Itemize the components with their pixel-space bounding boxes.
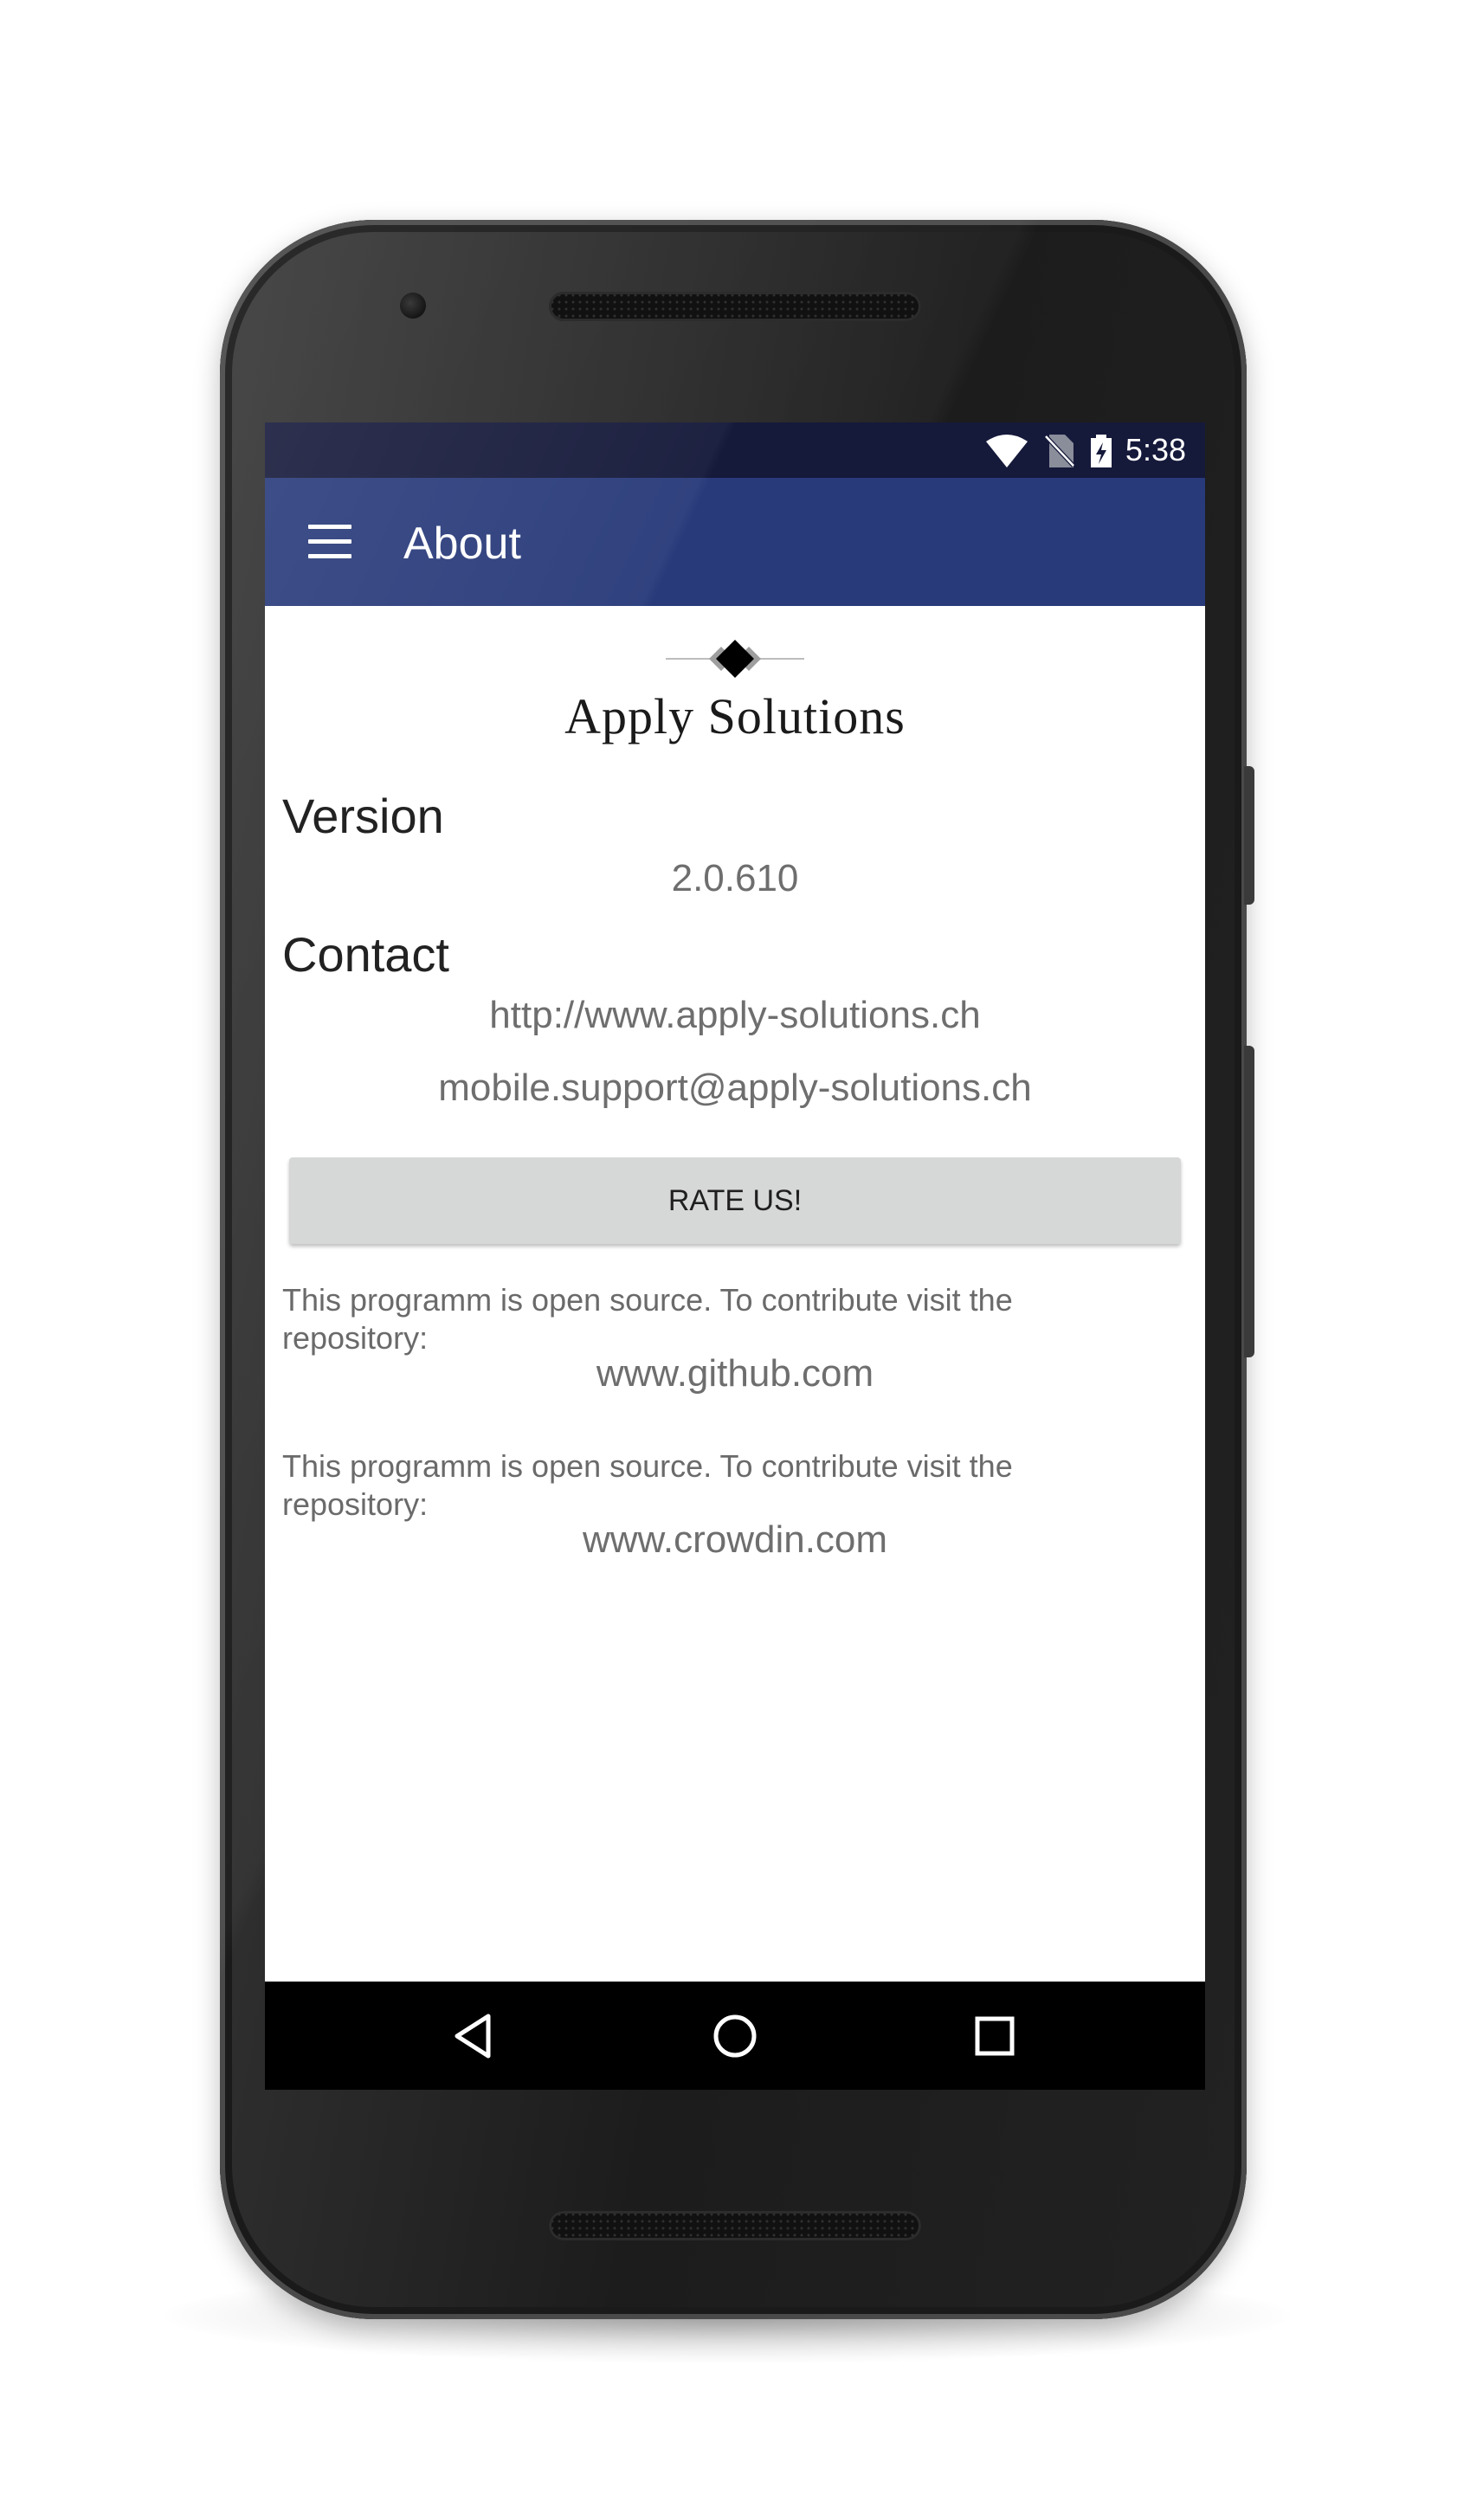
- crowdin-description: This programm is open source. To contrib…: [282, 1448, 1013, 1522]
- github-description: This programm is open source. To contrib…: [282, 1282, 1013, 1356]
- power-button: [1244, 766, 1254, 905]
- website-link[interactable]: http://www.apply-solutions.ch: [265, 994, 1205, 1037]
- page-title: About: [403, 519, 521, 569]
- back-icon[interactable]: [447, 2008, 504, 2065]
- battery-charging-icon: [1091, 435, 1112, 467]
- version-value: 2.0.610: [671, 857, 799, 899]
- home-icon[interactable]: [706, 2008, 764, 2065]
- crowdin-link[interactable]: www.crowdin.com: [265, 1518, 1205, 1562]
- status-time: 5:38: [1125, 432, 1186, 467]
- email-link[interactable]: mobile.support@apply-solutions.ch: [265, 1067, 1205, 1110]
- earpiece-speaker: [549, 292, 921, 321]
- status-bar: 5:38: [265, 422, 1205, 478]
- logo-text: Apply Solutions: [564, 688, 906, 744]
- logo-diamond-icon: [666, 640, 804, 678]
- navigation-bar: [265, 1982, 1205, 2090]
- front-camera-icon: [400, 293, 426, 319]
- bottom-speaker: [549, 2211, 921, 2240]
- recents-icon[interactable]: [966, 2008, 1023, 2065]
- volume-button: [1244, 1046, 1254, 1357]
- github-link[interactable]: www.github.com: [265, 1352, 1205, 1395]
- screen: 5:38 About Apply Solutions Version 2.0.6…: [265, 422, 1205, 2090]
- company-logo: Apply Solutions: [265, 637, 1205, 758]
- rate-us-button[interactable]: RATE US!: [289, 1157, 1181, 1244]
- no-sim-icon: [1044, 435, 1075, 467]
- device-mockup: 5:38 About Apply Solutions Version 2.0.6…: [0, 0, 1470, 2520]
- version-heading: Version: [282, 789, 444, 843]
- app-bar: About: [265, 478, 1205, 606]
- wifi-icon: [986, 435, 1028, 467]
- contact-heading: Contact: [282, 927, 449, 982]
- hamburger-menu-icon[interactable]: [296, 516, 351, 568]
